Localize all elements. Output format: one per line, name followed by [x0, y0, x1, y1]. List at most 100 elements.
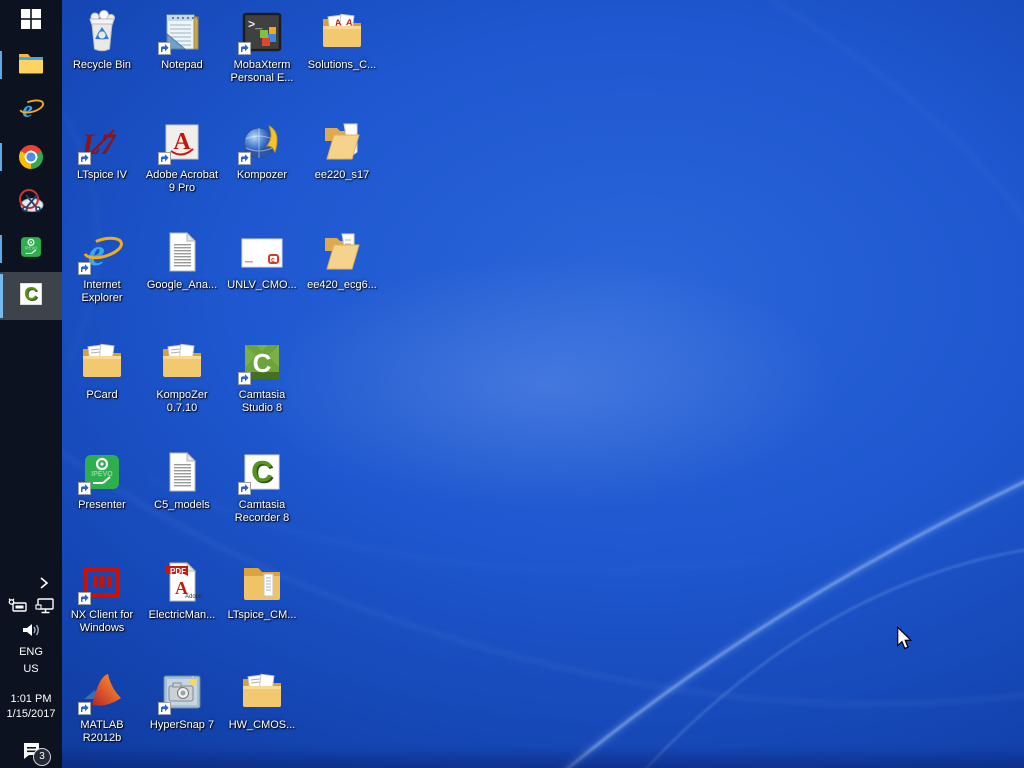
shortcut-arrow-icon	[238, 152, 251, 165]
language-line2: US	[19, 661, 43, 678]
svg-text:PDF: PDF	[170, 567, 186, 576]
snip-icon	[17, 187, 45, 220]
desktop-icon-hypersnap-7[interactable]: HyperSnap 7	[144, 668, 220, 732]
desktop-icon-label: ee420_ecg6...	[304, 279, 380, 292]
desktop-icon-label: Adobe Acrobat 9 Pro	[144, 169, 220, 195]
desktop-icon-label: NX Client for Windows	[64, 609, 140, 635]
notification-badge: 3	[33, 748, 51, 766]
taskbar-spacer	[0, 320, 62, 573]
desktop-icon-label: ElectricMan...	[144, 609, 220, 622]
desktop-icon-camtasia-recorder-8[interactable]: C C Camtasia Recorder 8	[224, 448, 300, 525]
desktop-icon-adobe-acrobat-9-pro[interactable]: A Adobe Acrobat 9 Pro	[144, 118, 220, 195]
desktop-icon-ee220-s17[interactable]: ee220_s17	[304, 118, 380, 182]
taskbar-tray: ENG US 1:01 PM 1/15/2017 3	[0, 573, 62, 768]
desktop-icon-label: HW_CMOS...	[224, 719, 300, 732]
document-icon	[158, 228, 206, 276]
pdf-doc-icon: PDF A Adobe	[158, 558, 206, 606]
taskbar: e IPEVO C C	[0, 0, 62, 768]
desktop-icon-label: MATLAB R2012b	[64, 719, 140, 745]
notepad-icon	[158, 8, 206, 56]
language-indicator[interactable]: ENG US	[19, 644, 43, 678]
acrobat-icon: A	[158, 118, 206, 166]
tray-icons-row	[7, 596, 56, 616]
desktop-icon-ee420-ecg6[interactable]: ee420_ecg6...	[304, 228, 380, 292]
taskbar-button-snipping-tool[interactable]	[0, 180, 62, 226]
kompozer-icon	[238, 118, 286, 166]
desktop-icon-internet-explorer[interactable]: e Internet Explorer	[64, 228, 140, 305]
desktop-icon-label: Recycle Bin	[64, 59, 140, 72]
desktop-icon-label: Presenter	[64, 499, 140, 512]
mouse-cursor	[895, 626, 913, 655]
clock-date: 1/15/2017	[7, 707, 56, 722]
running-indicator	[0, 143, 2, 171]
folder-open-docs-icon	[318, 228, 366, 276]
desktop-icon-label: HyperSnap 7	[144, 719, 220, 732]
action-center-button[interactable]: 3	[17, 738, 45, 762]
nx-client-icon	[78, 558, 126, 606]
desktop-icon-label: UNLV_CMO...	[224, 279, 300, 292]
taskbar-button-file-explorer[interactable]	[0, 42, 62, 88]
svg-text:c: c	[271, 257, 275, 264]
desktop-icon-c5-models[interactable]: C5_models	[144, 448, 220, 512]
desktop-icon-label: Solutions_C...	[304, 59, 380, 72]
document-icon	[158, 448, 206, 496]
running-indicator	[0, 51, 2, 79]
desktop-icon-pcard[interactable]: PCard	[64, 338, 140, 402]
mobaxterm-icon: >_	[238, 8, 286, 56]
taskbar-button-camtasia[interactable]: C C	[0, 272, 62, 320]
desktop-icon-matlab-r2012b[interactable]: MATLAB R2012b	[64, 668, 140, 745]
windows-logo-icon	[20, 8, 42, 35]
camtasia-recorder-icon: C C	[238, 448, 286, 496]
folder-docs-icon	[78, 338, 126, 386]
volume-icon[interactable]	[20, 620, 42, 640]
taskbar-button-chrome[interactable]	[0, 134, 62, 180]
running-indicator	[0, 235, 2, 263]
desktop-icon-kompozer[interactable]: Kompozer	[224, 118, 300, 182]
svg-text:C: C	[24, 282, 38, 303]
desktop-icon-nx-client-for-windows[interactable]: NX Client for Windows	[64, 558, 140, 635]
shortcut-arrow-icon	[238, 372, 251, 385]
unlv-doc-icon: c	[238, 228, 286, 276]
start-button[interactable]	[0, 0, 62, 42]
chrome-icon	[19, 145, 43, 169]
ie-icon: e	[16, 94, 46, 129]
desktop-icon-label: Google_Ana...	[144, 279, 220, 292]
svg-text:Adobe: Adobe	[185, 594, 203, 600]
desktop-icon-label: Kompozer	[224, 169, 300, 182]
desktop-icon-solutions-c[interactable]: A A Solutions_C...	[304, 8, 380, 72]
desktop-icon-electricman[interactable]: PDF A Adobe ElectricMan...	[144, 558, 220, 622]
folder-files-icon	[238, 558, 286, 606]
desktop-icon-presenter[interactable]: IPEVO Presenter	[64, 448, 140, 512]
desktop-icon-kompozer-0-7-10[interactable]: KompoZer 0.7.10	[144, 338, 220, 415]
ltspice-icon: L7	[78, 118, 126, 166]
ipevo-icon: IPEVO	[17, 233, 45, 266]
camtasia-studio-icon: C	[238, 338, 286, 386]
folder-pdf-icon: A A	[318, 8, 366, 56]
desktop-icon-hw-cmos[interactable]: HW_CMOS...	[224, 668, 300, 732]
desktop-icon-label: Camtasia Recorder 8	[224, 499, 300, 525]
desktop-icon-notepad[interactable]: Notepad	[144, 8, 220, 72]
desktop-icon-recycle-bin[interactable]: Recycle Bin	[64, 8, 140, 72]
show-hidden-icons-chevron[interactable]	[0, 573, 62, 593]
desktop-icon-label: MobaXterm Personal E...	[224, 59, 300, 85]
desktop-icon-unlv-cmo[interactable]: c UNLV_CMO...	[224, 228, 300, 292]
folder-docs-icon	[158, 338, 206, 386]
desktop-icon-camtasia-studio-8[interactable]: C Camtasia Studio 8	[224, 338, 300, 415]
shortcut-arrow-icon	[78, 152, 91, 165]
desktop-icon-label: LTspice_CM...	[224, 609, 300, 622]
safely-remove-hardware-icon[interactable]	[7, 596, 29, 616]
taskbar-app-buttons: e IPEVO C C	[0, 0, 62, 320]
desktop-icon-google-ana[interactable]: Google_Ana...	[144, 228, 220, 292]
desktop-icon-mobaxterm-personal-e[interactable]: >_ MobaXterm Personal E...	[224, 8, 300, 85]
shortcut-arrow-icon	[78, 262, 91, 275]
desktop-icon-ltspice-iv[interactable]: L7 LTspice IV	[64, 118, 140, 182]
folder-icon	[17, 50, 45, 81]
desktop-icon-ltspice-cm[interactable]: LTspice_CM...	[224, 558, 300, 622]
taskbar-button-internet-explorer[interactable]: e	[0, 88, 62, 134]
shortcut-arrow-icon	[238, 482, 251, 495]
svg-text:>_: >_	[248, 18, 263, 32]
display-network-icon[interactable]	[34, 596, 56, 616]
taskbar-button-ipevo-presenter[interactable]: IPEVO	[0, 226, 62, 272]
desktop-icon-label: C5_models	[144, 499, 220, 512]
clock[interactable]: 1:01 PM 1/15/2017	[7, 692, 56, 722]
